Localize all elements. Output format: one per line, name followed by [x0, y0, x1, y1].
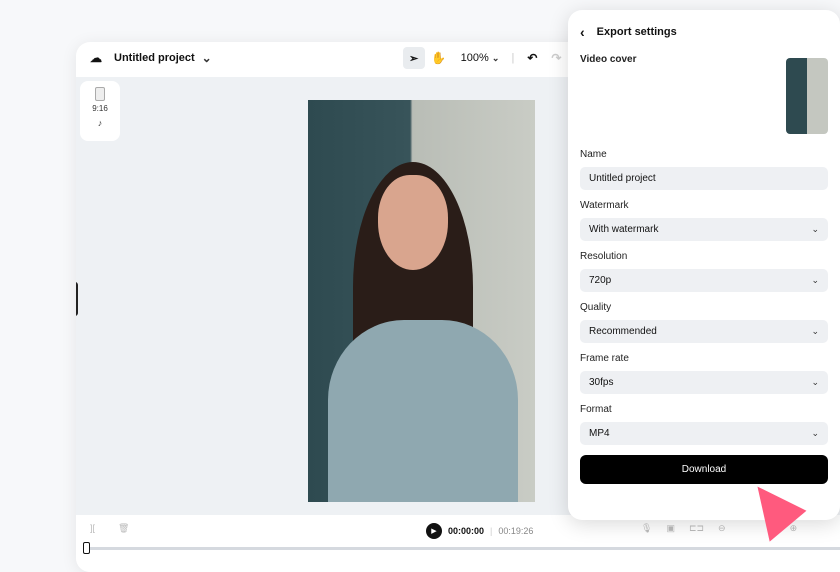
chevron-down-icon: ⌄	[811, 326, 819, 336]
tiktok-icon: ♪	[97, 118, 103, 128]
resolution-label: Resolution	[580, 251, 628, 262]
panel-title: Export settings	[596, 26, 677, 38]
cloud-saved-icon: ☁	[90, 51, 102, 65]
sidebar-toggle-handle[interactable]	[76, 282, 78, 316]
redo-icon[interactable]: ↷	[548, 50, 564, 66]
quality-value: Recommended	[589, 326, 657, 337]
divider: |	[511, 52, 515, 64]
frame-rate-label: Frame rate	[580, 353, 629, 364]
name-value: Untitled project	[589, 173, 656, 184]
chevron-down-icon: ⌄	[811, 224, 819, 234]
project-title[interactable]: Untitled project	[114, 52, 195, 64]
chevron-down-icon[interactable]: ⌄	[199, 50, 215, 66]
play-button[interactable]: ▶	[426, 523, 442, 539]
watermark-value: With watermark	[589, 224, 659, 235]
format-dropdown[interactable]: MP4 ⌄	[580, 422, 828, 445]
split-icon[interactable]: ][	[90, 523, 95, 533]
resolution-value: 720p	[589, 275, 612, 286]
filmstrip-icon[interactable]: ▣	[666, 523, 675, 534]
timeline-bar: ][ 🗑 ▶ 00:00:00 | 00:19:26 🎙 ▣ ⊏⊐ ⊖ ⊕	[76, 515, 840, 572]
playhead-handle[interactable]	[83, 542, 90, 554]
quality-dropdown[interactable]: Recommended ⌄	[580, 320, 828, 343]
zoom-in-icon[interactable]: ⊕	[790, 523, 798, 534]
current-time: 00:00:00	[448, 526, 485, 536]
name-input[interactable]: Untitled project	[580, 167, 828, 190]
format-value: MP4	[589, 428, 610, 439]
chevron-down-icon: ⌄	[491, 52, 500, 63]
quality-label: Quality	[580, 302, 612, 313]
chevron-down-icon: ⌄	[811, 377, 819, 387]
download-button[interactable]: Download	[580, 455, 828, 484]
back-icon[interactable]: ‹	[580, 24, 585, 40]
chevron-down-icon: ⌄	[811, 275, 819, 285]
chevron-down-icon: ⌄	[811, 428, 819, 438]
delete-icon[interactable]: 🗑	[118, 523, 129, 534]
total-time: 00:19:26	[498, 526, 534, 536]
ratio-label: 9:16	[92, 104, 108, 113]
select-tool-button[interactable]: ➢	[402, 47, 425, 69]
undo-icon[interactable]: ↶	[524, 50, 540, 66]
zoom-dropdown[interactable]: 100%	[461, 52, 489, 64]
zoom-out-icon[interactable]: ⊖	[718, 523, 726, 534]
watermark-label: Watermark	[580, 200, 629, 211]
watermark-dropdown[interactable]: With watermark ⌄	[580, 218, 828, 241]
phone-icon	[95, 87, 105, 101]
frame-rate-dropdown[interactable]: 30fps ⌄	[580, 371, 828, 394]
split-view-icon[interactable]: ⊏⊐	[689, 523, 704, 534]
export-settings-panel: ‹ Export settings Video cover Name Untit…	[568, 10, 840, 520]
hand-tool-icon[interactable]: ✋	[431, 50, 447, 66]
microphone-icon[interactable]: 🎙	[641, 523, 652, 534]
video-preview[interactable]	[308, 100, 535, 502]
frame-rate-value: 30fps	[589, 377, 614, 388]
aspect-ratio-button[interactable]: 9:16 ♪	[80, 81, 120, 141]
timeline-scrubber[interactable]	[86, 547, 840, 550]
format-label: Format	[580, 404, 612, 415]
name-label: Name	[580, 149, 607, 160]
resolution-dropdown[interactable]: 720p ⌄	[580, 269, 828, 292]
video-cover-thumbnail[interactable]	[786, 58, 828, 134]
